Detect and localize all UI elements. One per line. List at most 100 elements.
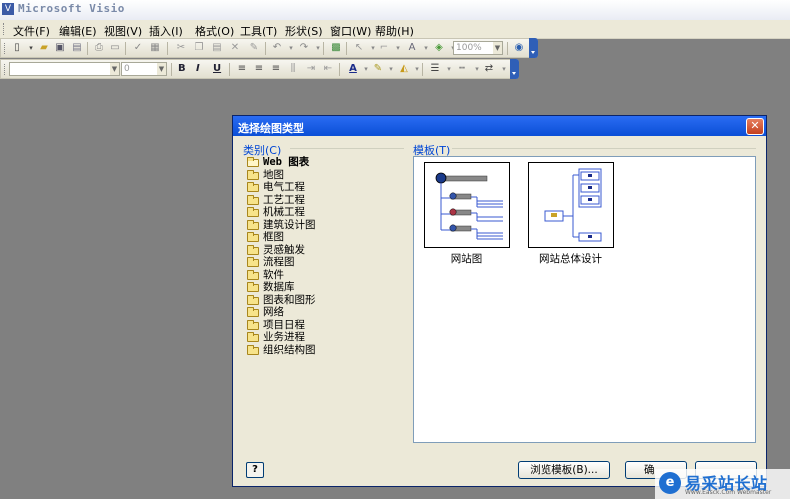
- text-tool-icon[interactable]: A: [406, 42, 418, 54]
- line-ends-icon[interactable]: ⇄: [483, 63, 495, 75]
- open-icon[interactable]: ▰: [38, 42, 50, 54]
- category-item[interactable]: 流程图: [246, 256, 316, 269]
- new-dropdown-icon[interactable]: ▾: [25, 42, 37, 54]
- new-icon[interactable]: ▯: [11, 42, 23, 54]
- menu-format[interactable]: 格式(O): [195, 23, 234, 39]
- site-map-diagram-icon: [435, 172, 503, 240]
- toolbar-separator: [87, 42, 88, 55]
- category-item[interactable]: 数据库: [246, 281, 316, 294]
- font-size-combo[interactable]: 0 ▼: [121, 62, 167, 76]
- help-button[interactable]: ?: [246, 462, 264, 478]
- toolbar-options-button[interactable]: [529, 38, 538, 58]
- toolbar-grip[interactable]: [4, 43, 7, 54]
- align-right-icon[interactable]: ≡: [270, 63, 282, 75]
- align-left-icon[interactable]: ≡: [236, 63, 248, 75]
- line-ends-dropdown-icon[interactable]: ▾: [498, 63, 510, 75]
- folder-icon: [247, 194, 259, 205]
- shapes-icon[interactable]: ▩: [330, 42, 342, 54]
- save-icon[interactable]: ▣: [54, 42, 66, 54]
- menu-insert[interactable]: 插入(I): [149, 23, 183, 39]
- close-button[interactable]: ✕: [746, 118, 764, 135]
- zoom-value: 100%: [456, 43, 482, 53]
- redo-icon[interactable]: ↷: [298, 42, 310, 54]
- folder-icon: [247, 269, 259, 280]
- category-item[interactable]: 框图: [246, 231, 316, 244]
- close-icon: ✕: [750, 119, 760, 132]
- category-item[interactable]: 软件: [246, 269, 316, 282]
- category-item[interactable]: 业务进程: [246, 331, 316, 344]
- line-weight-icon[interactable]: ☰: [429, 63, 441, 75]
- underline-button[interactable]: U: [213, 63, 221, 74]
- category-item[interactable]: 灵感触发: [246, 244, 316, 257]
- folder-open-icon: [247, 157, 259, 167]
- pointer-tool-icon[interactable]: ↖: [353, 42, 365, 54]
- category-item-web[interactable]: Web 图表: [246, 156, 316, 169]
- folder-icon: [247, 232, 259, 242]
- bold-button[interactable]: B: [178, 63, 186, 74]
- category-item[interactable]: 项目日程: [246, 319, 316, 332]
- research-icon[interactable]: ▦: [149, 42, 161, 54]
- category-item[interactable]: 建筑设计图: [246, 219, 316, 232]
- category-item[interactable]: 机械工程: [246, 206, 316, 219]
- toolbar-options-button[interactable]: [510, 59, 519, 79]
- menu-view[interactable]: 视图(V): [104, 23, 142, 39]
- align-top-icon[interactable]: ⫼: [287, 63, 299, 75]
- increase-indent-icon[interactable]: ⇥: [305, 63, 317, 75]
- connector-tool-icon[interactable]: ⌐: [378, 42, 390, 54]
- toolbar-separator: [167, 42, 168, 55]
- help-icon[interactable]: ◉: [513, 42, 525, 54]
- line-color-icon[interactable]: ✎: [372, 63, 384, 75]
- menu-tools[interactable]: 工具(T): [240, 23, 277, 39]
- dialog-title-bar[interactable]: 选择绘图类型 ✕: [233, 116, 766, 136]
- connector-dropdown-icon[interactable]: ▾: [392, 42, 404, 54]
- chevron-down-icon[interactable]: ▼: [110, 63, 119, 75]
- print-icon[interactable]: ⎙: [93, 42, 105, 54]
- menu-help[interactable]: 帮助(H): [375, 23, 414, 39]
- permission-icon[interactable]: ▤: [71, 42, 83, 54]
- menu-edit[interactable]: 编辑(E): [59, 23, 97, 39]
- folder-icon: [247, 294, 259, 305]
- spelling-icon[interactable]: ✓: [132, 42, 144, 54]
- line-color-dropdown-icon[interactable]: ▾: [385, 63, 397, 75]
- decrease-indent-icon[interactable]: ⇤: [322, 63, 334, 75]
- font-color-icon[interactable]: A: [347, 63, 359, 75]
- font-color-dropdown-icon[interactable]: ▾: [360, 63, 372, 75]
- line-pattern-dropdown-icon[interactable]: ▾: [471, 63, 483, 75]
- chevron-down-icon[interactable]: ▼: [157, 63, 166, 75]
- cut-icon[interactable]: ✂: [175, 42, 187, 54]
- browse-templates-button[interactable]: 浏览模板(B)...: [518, 461, 610, 479]
- zoom-combo[interactable]: 100% ▼: [453, 41, 503, 55]
- category-item[interactable]: 图表和图形: [246, 294, 316, 307]
- undo-dropdown-icon[interactable]: ▾: [285, 42, 297, 54]
- template-site-design[interactable]: 网站总体设计: [526, 162, 615, 266]
- visio-app-icon[interactable]: V: [2, 3, 14, 15]
- align-center-icon[interactable]: ≡: [253, 63, 265, 75]
- menu-file[interactable]: 文件(F): [13, 23, 50, 39]
- category-item[interactable]: 电气工程: [246, 181, 316, 194]
- print-preview-icon[interactable]: ▭: [109, 42, 121, 54]
- menu-shape[interactable]: 形状(S): [285, 23, 323, 39]
- line-pattern-icon[interactable]: ┅: [456, 63, 468, 75]
- copy-icon[interactable]: ❐: [193, 42, 205, 54]
- undo-icon[interactable]: ↶: [271, 42, 283, 54]
- watermark-subtext: Www.Easck.Com Webmaster: [685, 489, 772, 496]
- stencil-icon[interactable]: ◈: [433, 42, 445, 54]
- text-dropdown-icon[interactable]: ▾: [420, 42, 432, 54]
- fill-color-icon[interactable]: ◭: [398, 63, 410, 75]
- chevron-down-icon[interactable]: ▼: [493, 42, 502, 54]
- category-item[interactable]: 组织结构图: [246, 344, 316, 357]
- category-item[interactable]: 工艺工程: [246, 194, 316, 207]
- dialog-title: 选择绘图类型: [238, 122, 304, 135]
- line-weight-dropdown-icon[interactable]: ▾: [443, 63, 455, 75]
- template-site-map[interactable]: 网站图: [422, 162, 511, 266]
- paste-icon[interactable]: ▤: [211, 42, 223, 54]
- italic-button[interactable]: I: [196, 63, 200, 74]
- menu-window[interactable]: 窗口(W): [330, 23, 371, 39]
- menubar-grip[interactable]: [3, 23, 6, 35]
- font-name-combo[interactable]: ▼: [9, 62, 120, 76]
- format-painter-icon[interactable]: ✎: [248, 42, 260, 54]
- category-item[interactable]: 网络: [246, 306, 316, 319]
- category-item[interactable]: 地图: [246, 169, 316, 182]
- delete-icon[interactable]: ✕: [229, 42, 241, 54]
- toolbar-grip[interactable]: [4, 64, 7, 75]
